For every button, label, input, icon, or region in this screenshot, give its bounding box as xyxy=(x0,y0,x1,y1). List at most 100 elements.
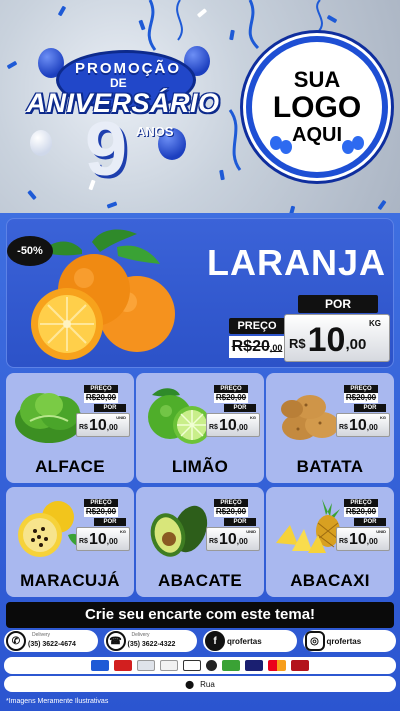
currency-symbol: R$ xyxy=(209,424,218,431)
whatsapp-number: (35) 3622-4674 xyxy=(28,640,76,648)
whatsapp-caption: Delivery xyxy=(32,632,51,638)
contact-bar: ✆ Delivery (35) 3622-4674 ☎ Delivery (35… xyxy=(0,630,400,656)
card-icon xyxy=(222,660,240,671)
preco-label: PREÇO xyxy=(84,385,118,393)
product-name: MARACUJÁ xyxy=(20,571,120,590)
price-unit: KG xyxy=(250,415,256,420)
price-integer: 10 xyxy=(218,417,237,434)
facebook-contact[interactable]: f qrofertas xyxy=(203,630,297,652)
phone-caption: Delivery xyxy=(131,632,150,638)
price-decimal: ,00 xyxy=(366,423,378,432)
price-unit: KG xyxy=(380,415,386,420)
new-price: R$ 10 ,00 UNID xyxy=(76,413,130,437)
visa-icon xyxy=(245,660,263,671)
currency-symbol: R$ xyxy=(289,336,306,351)
old-price-int: R$20 xyxy=(231,338,270,355)
product-name: LIMÃO xyxy=(171,457,229,476)
currency-symbol: R$ xyxy=(209,538,218,545)
new-price: R$ 10 ,00 UNID xyxy=(206,527,260,551)
new-price: R$ 10 ,00 KG xyxy=(284,314,390,362)
price-decimal: ,00 xyxy=(345,336,367,353)
phone-number: (35) 3622-4322 xyxy=(127,640,176,648)
price-integer: 10 xyxy=(218,531,237,548)
preco-label: PREÇO xyxy=(214,385,248,393)
new-price: R$ 10 ,00 KG xyxy=(206,413,260,437)
instagram-icon: ◎ xyxy=(304,631,325,651)
whatsapp-contact[interactable]: ✆ Delivery (35) 3622-4674 xyxy=(4,630,98,652)
old-price: R$20,00 xyxy=(84,507,118,517)
price-decimal: ,00 xyxy=(106,537,118,546)
por-label: POR xyxy=(94,404,126,412)
cta-banner[interactable]: Crie seu encarte com este tema! xyxy=(6,602,394,628)
old-price: R$20,00 xyxy=(84,393,118,403)
por-label: POR xyxy=(94,518,126,526)
card-icon xyxy=(160,660,178,671)
new-price: R$ 10 ,00 KG xyxy=(76,527,130,551)
hipercard-icon xyxy=(291,660,309,671)
disclaimer: *Imagens Meramente Ilustrativas xyxy=(6,698,109,705)
logo-line-1: SUA xyxy=(293,67,341,92)
por-label: POR xyxy=(354,404,386,412)
price-integer: 10 xyxy=(307,321,346,359)
card-icon xyxy=(114,660,132,671)
logo-line-3: AQUI xyxy=(292,124,342,146)
product-name: ALFACE xyxy=(35,457,105,476)
phone-contact[interactable]: ☎ Delivery (35) 3622-4322 xyxy=(103,630,197,652)
instagram-contact[interactable]: ◎ qrofertas xyxy=(302,630,396,652)
logo-line-2: LOGO xyxy=(272,91,362,124)
card-icon xyxy=(183,660,201,671)
price-tag: PREÇO R$20,00 POR R$ 10 ,00 KG xyxy=(76,499,130,557)
whatsapp-icon: ✆ xyxy=(6,631,26,651)
price-tag: PREÇO R$20,00 POR R$ 10 ,00 UNID xyxy=(76,385,130,443)
price-integer: 10 xyxy=(88,531,107,548)
new-price: R$ 10 ,00 UNID xyxy=(336,527,390,551)
currency-symbol: R$ xyxy=(339,538,348,545)
promo-anos: ANOS xyxy=(136,124,174,139)
balloon-icon xyxy=(342,140,354,154)
currency-symbol: R$ xyxy=(79,424,88,431)
product-card-batata: PREÇO R$20,00 POR R$ 10 ,00 KG BATATA xyxy=(266,373,394,483)
discount-badge: -50% xyxy=(7,236,53,266)
old-price: R$20,00 xyxy=(344,507,378,517)
currency-symbol: R$ xyxy=(339,424,348,431)
price-tag: PREÇO R$20,00 POR R$ 10 ,00 KG xyxy=(206,385,260,443)
por-label: POR xyxy=(298,295,378,313)
price-unit: KG xyxy=(120,529,126,534)
featured-product-name: LARANJA xyxy=(206,242,386,283)
promo-word: PROMOÇÃO xyxy=(75,60,181,77)
preco-label: PREÇO xyxy=(344,385,378,393)
old-price-dec: ,00 xyxy=(269,343,283,353)
balloon-icon xyxy=(280,140,292,154)
preco-label: PREÇO xyxy=(229,318,285,334)
price-integer: 10 xyxy=(88,417,107,434)
product-name: ABACAXI xyxy=(290,571,370,590)
facebook-icon: f xyxy=(205,631,225,651)
por-label: POR xyxy=(224,404,256,412)
price-tag: PREÇO R$20,00 POR R$ 10 ,00 UNID xyxy=(206,499,260,557)
preco-label: PREÇO xyxy=(344,499,378,507)
address-text: Rua xyxy=(200,679,215,689)
price-tag: PREÇO R$20,00 POR R$ 10 ,00 UNID xyxy=(336,499,390,557)
price-integer: 10 xyxy=(348,531,367,548)
anniversary-seal: PROMOÇÃO DE ANIVERSÁRIO 9 ANOS xyxy=(8,40,238,190)
preco-label: PREÇO xyxy=(214,499,248,507)
promo-number: 9 xyxy=(84,107,128,192)
old-price: R$20,00 xyxy=(214,393,248,403)
price-unit: UNID xyxy=(376,529,386,534)
old-price: R$20,00 xyxy=(229,336,285,358)
price-decimal: ,00 xyxy=(366,537,378,546)
price-integer: 10 xyxy=(348,417,367,434)
price-unit: KG xyxy=(369,319,381,328)
product-card-abacaxi: PREÇO R$20,00 POR R$ 10 ,00 UNID ABACAXI xyxy=(266,487,394,597)
price-unit: UNID xyxy=(246,529,256,534)
card-icon xyxy=(137,660,155,671)
mastercard-icon xyxy=(268,660,286,671)
preco-label: PREÇO xyxy=(84,499,118,507)
map-pin-icon: ⬤ xyxy=(185,679,195,689)
por-label: POR xyxy=(354,518,386,526)
balloon-icon xyxy=(30,130,52,156)
new-price: R$ 10 ,00 KG xyxy=(336,413,390,437)
price-decimal: ,00 xyxy=(236,537,248,546)
product-card-abacate: PREÇO R$20,00 POR R$ 10 ,00 UNID ABACATE xyxy=(136,487,264,597)
product-name: BATATA xyxy=(296,457,364,476)
